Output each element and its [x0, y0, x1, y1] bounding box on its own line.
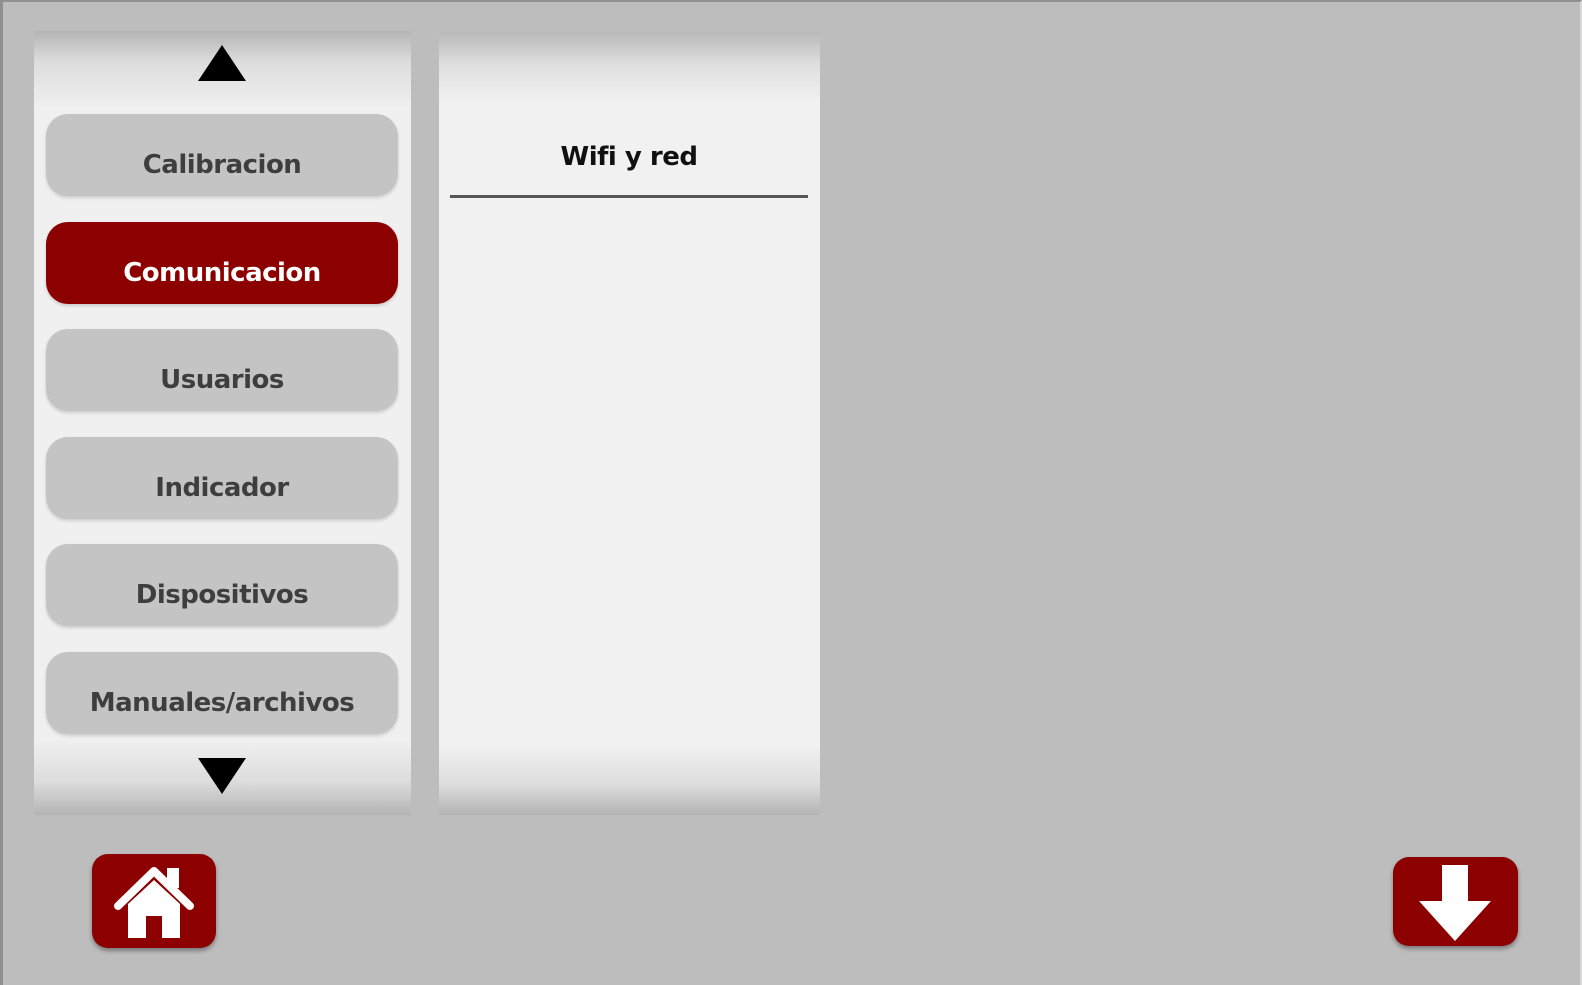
submenu-top-fade: [439, 32, 820, 102]
menu-item-usuarios[interactable]: Usuarios: [46, 329, 398, 411]
triangle-down-icon[interactable]: [198, 758, 246, 794]
download-button[interactable]: [1393, 857, 1518, 946]
menu-item-calibracion[interactable]: Calibracion: [46, 114, 398, 196]
submenu-item-wifi-y-red[interactable]: Wifi y red: [450, 142, 808, 198]
triangle-up-icon[interactable]: [198, 45, 246, 81]
submenu-panel: Wifi y red: [439, 32, 820, 815]
arrow-down-icon: [1419, 865, 1491, 941]
home-button[interactable]: [92, 854, 216, 948]
menu-item-indicador[interactable]: Indicador: [46, 437, 398, 519]
menu-item-manuales-archivos[interactable]: Manuales/archivos: [46, 652, 398, 734]
menu-item-comunicacion[interactable]: Comunicacion: [46, 222, 398, 304]
menu-item-dispositivos[interactable]: Dispositivos: [46, 544, 398, 626]
settings-menu-panel: Calibracion Comunicacion Usuarios Indica…: [34, 31, 411, 815]
home-icon: [114, 867, 194, 938]
submenu-bottom-fade: [439, 745, 820, 815]
